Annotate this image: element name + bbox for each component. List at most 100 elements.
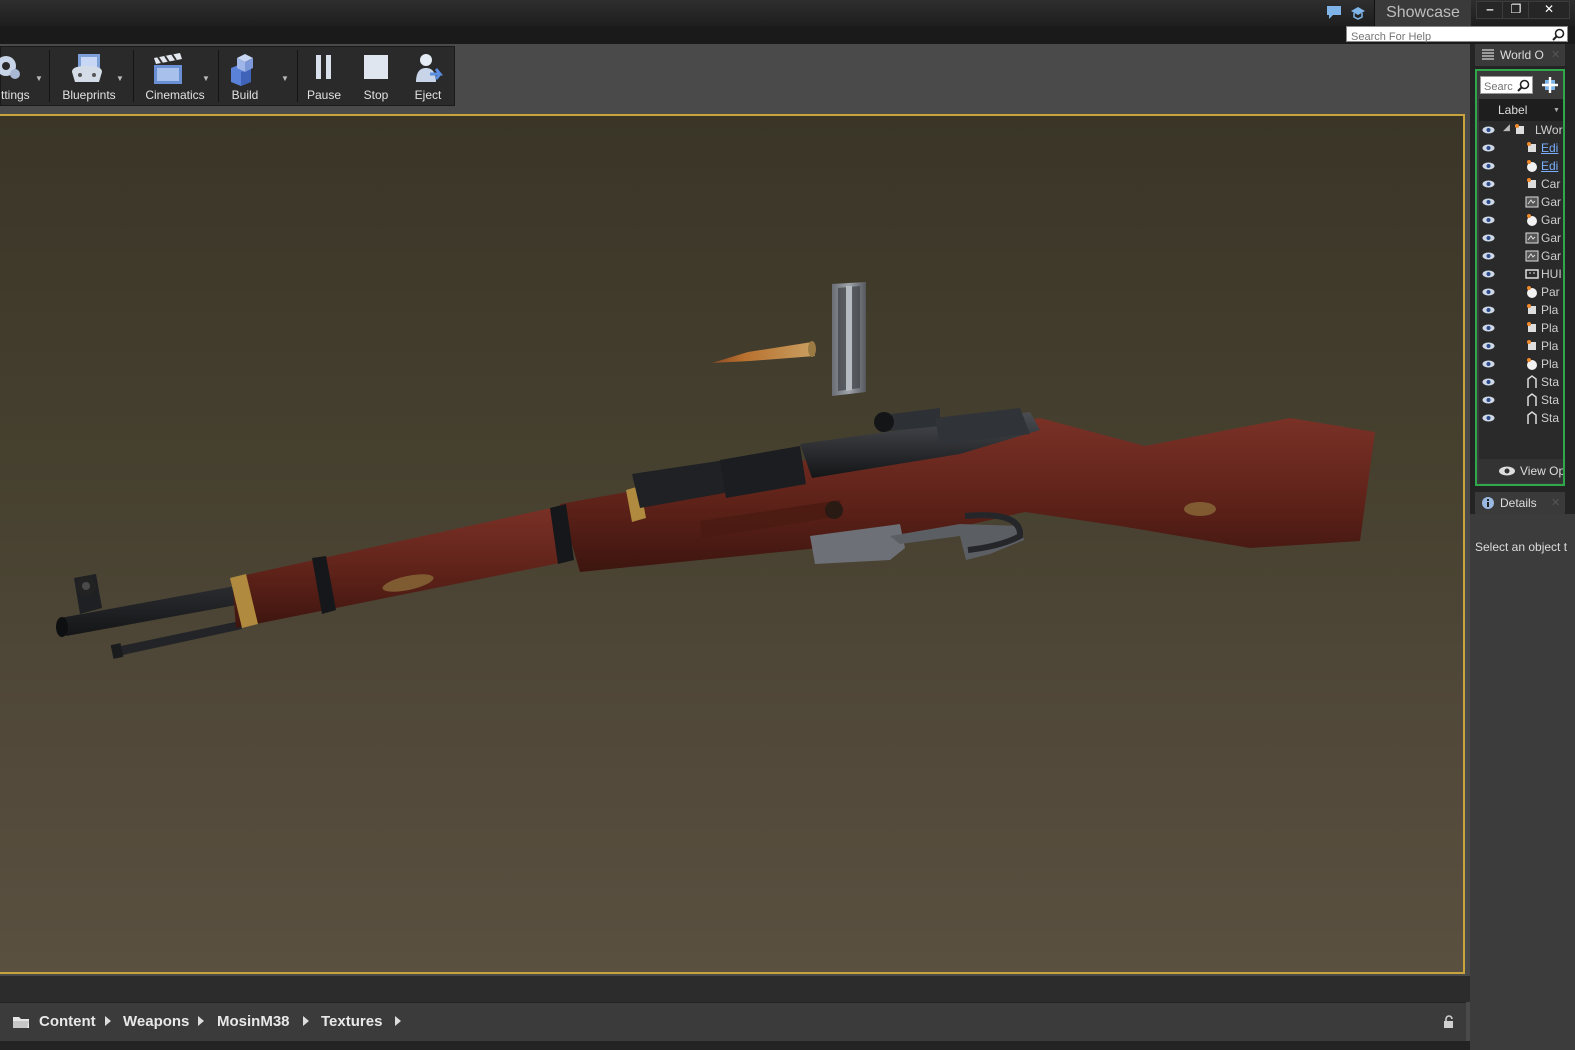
outliner-row-label: Sta (1541, 393, 1560, 407)
settings-icon (0, 56, 20, 79)
breadcrumb-weapons[interactable]: Weapons (123, 1013, 189, 1030)
outliner-row[interactable]: ◢ LWor (1479, 121, 1563, 139)
outliner-row[interactable]: Sta (1479, 391, 1563, 409)
outliner-row[interactable]: Sta (1479, 409, 1563, 427)
restore-button[interactable]: ❐ (1502, 1, 1530, 19)
visibility-eye-icon[interactable] (1482, 342, 1495, 350)
build-button[interactable]: ▼ Build (220, 47, 289, 105)
outliner-search-field[interactable] (1480, 76, 1533, 94)
visibility-eye-icon[interactable] (1482, 288, 1495, 296)
static-mesh-icon (1527, 375, 1537, 388)
sort-icon[interactable]: ▼ (1553, 107, 1560, 114)
help-search-input[interactable] (1347, 30, 1545, 44)
outliner-row[interactable]: Pla (1479, 337, 1563, 355)
outliner-row[interactable]: Car (1479, 175, 1563, 193)
visibility-eye-icon[interactable] (1482, 126, 1495, 134)
minimize-button[interactable]: ‒ (1476, 1, 1504, 19)
breadcrumb-arrow-icon[interactable] (395, 1016, 401, 1026)
cinematics-label: Cinematics (145, 88, 205, 102)
outliner-row[interactable]: Gar (1479, 247, 1563, 265)
details-icon (1482, 497, 1494, 509)
cartridge (712, 341, 816, 363)
stop-label: Stop (363, 88, 389, 102)
help-bar (0, 26, 1575, 44)
visibility-eye-icon[interactable] (1482, 360, 1495, 368)
graduation-cap-icon[interactable] (1350, 5, 1366, 20)
outliner-row-label: Car (1541, 177, 1561, 191)
close-button[interactable]: ✕ (1528, 1, 1570, 19)
player-pawn-icon (1527, 340, 1536, 350)
outliner-row[interactable]: HUI (1479, 265, 1563, 283)
outliner-row-label: Sta (1541, 411, 1560, 425)
outliner-row[interactable]: Gar (1479, 229, 1563, 247)
game-state-icon (1527, 214, 1537, 226)
stop-button[interactable]: Stop (353, 47, 399, 105)
visibility-eye-icon[interactable] (1482, 180, 1495, 188)
outliner-row[interactable]: Pla (1479, 319, 1563, 337)
visibility-eye-icon[interactable] (1482, 216, 1495, 224)
outliner-row-label: Par (1541, 285, 1560, 299)
visibility-eye-icon[interactable] (1482, 414, 1495, 422)
visibility-eye-icon[interactable] (1482, 252, 1495, 260)
outliner-row[interactable]: Gar (1479, 211, 1563, 229)
outliner-row[interactable]: Pla (1479, 301, 1563, 319)
eject-label: Eject (414, 88, 442, 102)
visibility-eye-icon[interactable] (1482, 324, 1495, 332)
breadcrumb-textures[interactable]: Textures (321, 1013, 382, 1030)
pause-button[interactable]: Pause (301, 47, 347, 105)
visibility-eye-icon[interactable] (1482, 144, 1495, 152)
search-icon[interactable] (1517, 79, 1530, 92)
project-tab[interactable]: Showcase (1374, 0, 1471, 26)
settings-button[interactable]: ▼ ttings (0, 47, 45, 105)
breadcrumb-arrow-icon[interactable] (105, 1016, 111, 1026)
camera-icon (1527, 178, 1536, 188)
content-browser-body (0, 1041, 1470, 1050)
outliner-row-label: Gar (1541, 195, 1562, 209)
visibility-eye-icon[interactable] (1482, 378, 1495, 386)
details-tab[interactable]: Details ✕ (1475, 492, 1565, 514)
help-search-field[interactable] (1346, 26, 1568, 44)
breadcrumb-mosinm38[interactable]: MosinM38 (217, 1013, 290, 1030)
visibility-eye-icon[interactable] (1482, 198, 1495, 206)
outliner-row[interactable]: Pla (1479, 355, 1563, 373)
eject-button[interactable]: Eject (405, 47, 451, 105)
folder-icon[interactable] (12, 1015, 30, 1029)
close-tab-icon[interactable]: ✕ (1551, 44, 1560, 66)
outliner-row-label: Pla (1541, 357, 1559, 371)
outliner-row[interactable]: Gar (1479, 193, 1563, 211)
visibility-eye-icon[interactable] (1482, 270, 1495, 278)
outliner-row[interactable]: Edi (1479, 157, 1563, 175)
label-column[interactable]: Label (1498, 103, 1527, 117)
close-tab-icon[interactable]: ✕ (1551, 492, 1560, 514)
world-outliner-tab[interactable]: World O ✕ (1475, 44, 1565, 66)
search-icon[interactable] (1552, 28, 1565, 41)
breadcrumb-content[interactable]: Content (39, 1013, 96, 1030)
static-mesh-icon (1527, 411, 1537, 424)
game-mode-icon (1525, 196, 1539, 208)
visibility-eye-icon[interactable] (1482, 234, 1495, 242)
add-actor-icon[interactable] (1541, 77, 1559, 93)
cinematics-button[interactable]: ▼ Cinematics (135, 47, 215, 105)
outliner-row-label: Sta (1541, 375, 1560, 389)
editor-sphere-icon (1527, 160, 1537, 172)
visibility-eye-icon[interactable] (1482, 306, 1495, 314)
view-options-button[interactable]: View Op (1479, 459, 1563, 483)
view-options-label: View Op (1520, 464, 1565, 478)
outliner-row[interactable]: Par (1479, 283, 1563, 301)
breadcrumb-arrow-icon[interactable] (303, 1016, 309, 1026)
level-viewport[interactable] (0, 114, 1465, 974)
visibility-eye-icon[interactable] (1482, 396, 1495, 404)
outliner-row-label: HUI (1541, 267, 1562, 281)
blueprints-button[interactable]: ▼ Blueprints (53, 47, 125, 105)
lock-icon[interactable] (1442, 1015, 1456, 1029)
details-title: Details (1500, 496, 1537, 510)
expand-arrow-icon[interactable]: ◢ (1503, 122, 1510, 133)
world-outliner-panel: Label ▼ ◢ LWor Edi Edi Car Gar Gar Gar Gar HUI Par… (1475, 69, 1565, 486)
breadcrumb-arrow-icon[interactable] (198, 1016, 204, 1026)
chat-icon[interactable] (1326, 5, 1342, 20)
outliner-column-header[interactable]: Label ▼ (1479, 99, 1563, 121)
outliner-row[interactable]: Edi (1479, 139, 1563, 157)
outliner-list-icon (1482, 49, 1494, 60)
visibility-eye-icon[interactable] (1482, 162, 1495, 170)
outliner-row[interactable]: Sta (1479, 373, 1563, 391)
